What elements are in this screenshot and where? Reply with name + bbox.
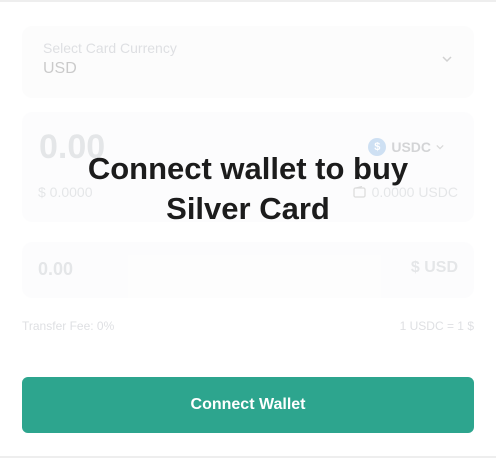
card-currency-value: USD bbox=[43, 60, 77, 77]
message-line-2: Silver Card bbox=[166, 191, 330, 226]
card-currency-label: Select Card Currency bbox=[43, 40, 177, 56]
connect-wallet-button[interactable]: Connect Wallet bbox=[22, 377, 474, 433]
exchange-rate: 1 USDC = 1 $ bbox=[399, 319, 474, 333]
card-currency-select[interactable]: Select Card Currency USD bbox=[22, 26, 474, 98]
message-line-1: Connect wallet to buy bbox=[87, 151, 409, 186]
receive-amount-box: 0.00 $ USD bbox=[22, 242, 474, 298]
receive-amount-unit: $ USD bbox=[410, 259, 458, 276]
purchase-card: Select Card Currency USD 0.00 $ 0.0000 $… bbox=[0, 0, 496, 458]
connect-wallet-message: Connect wallet to buy Silver Card bbox=[48, 149, 448, 229]
chevron-down-icon bbox=[442, 56, 452, 63]
receive-amount-value: 0.00 bbox=[38, 259, 74, 279]
transfer-fee: Transfer Fee: 0% bbox=[22, 319, 115, 333]
